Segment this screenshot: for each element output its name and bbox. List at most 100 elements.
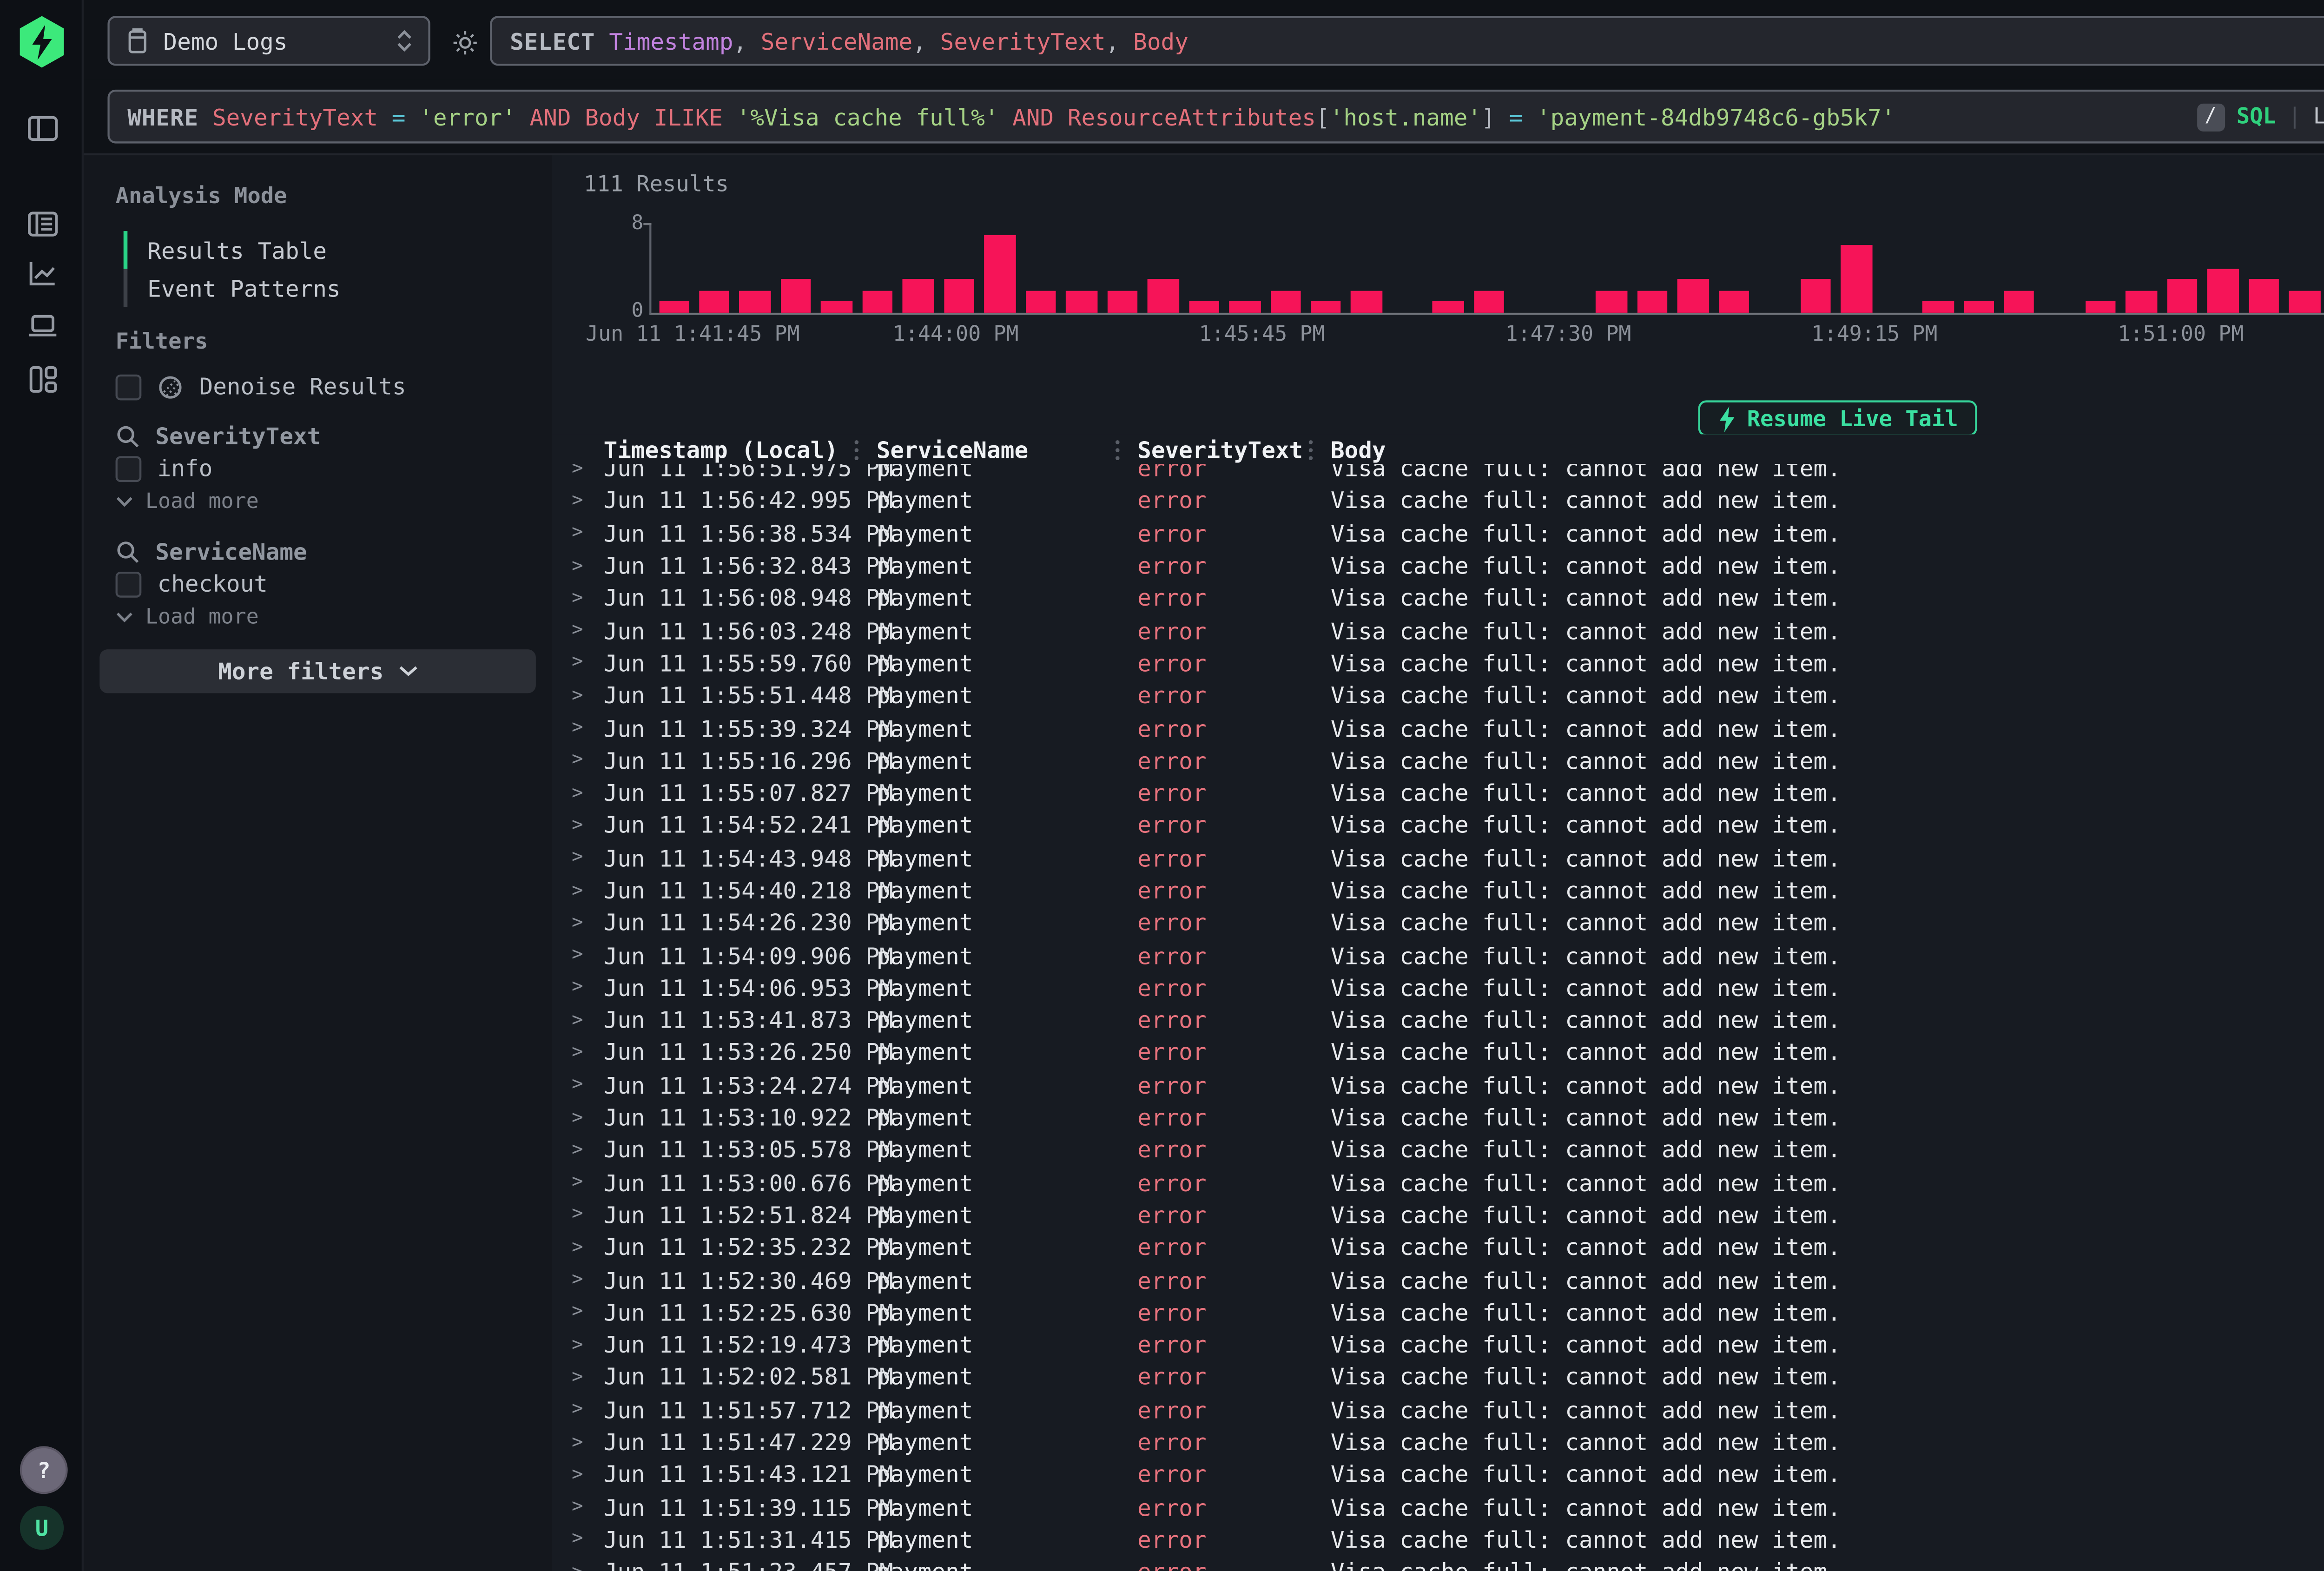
row-expand-chevron-icon[interactable]: > <box>572 522 604 544</box>
histogram-bar[interactable] <box>2208 268 2238 312</box>
load-more-severitytext[interactable]: Load more <box>116 486 532 518</box>
row-expand-chevron-icon[interactable]: > <box>572 814 604 836</box>
table-row[interactable]: > Jun 11 1:51:23.457 PM payment error Vi… <box>552 1556 2324 1571</box>
row-expand-chevron-icon[interactable]: > <box>572 620 604 641</box>
histogram-bar[interactable] <box>944 279 974 313</box>
histogram-bar[interactable] <box>1800 279 1831 313</box>
filter-option-checkout[interactable]: checkout <box>116 568 532 600</box>
histogram-bar[interactable] <box>821 302 852 313</box>
table-row[interactable]: > Jun 11 1:52:25.630 PM payment error Vi… <box>552 1296 2324 1329</box>
table-row[interactable]: > Jun 11 1:51:43.121 PM payment error Vi… <box>552 1459 2324 1491</box>
filter-group-title[interactable]: ServiceName <box>155 538 307 566</box>
table-row[interactable]: > Jun 11 1:53:00.676 PM payment error Vi… <box>552 1166 2324 1199</box>
histogram-bar[interactable] <box>740 290 771 313</box>
where-query-input[interactable]: WHERE SeverityText = 'error' AND Body IL… <box>107 90 2324 144</box>
sql-toggle[interactable]: SQL <box>2237 104 2276 130</box>
histogram-bar[interactable] <box>1066 290 1097 313</box>
table-row[interactable]: > Jun 11 1:56:42.995 PM payment error Vi… <box>552 485 2324 517</box>
table-row[interactable]: > Jun 11 1:53:41.873 PM payment error Vi… <box>552 1004 2324 1036</box>
table-row[interactable]: > Jun 11 1:54:26.230 PM payment error Vi… <box>552 907 2324 939</box>
row-expand-chevron-icon[interactable]: > <box>572 879 604 901</box>
table-row[interactable]: > Jun 11 1:54:52.241 PM payment error Vi… <box>552 809 2324 842</box>
load-more-servicename[interactable]: Load more <box>116 601 532 634</box>
histogram-bar[interactable] <box>1107 290 1137 313</box>
column-header-severitytext[interactable]: SeverityText <box>1137 435 1331 463</box>
row-expand-chevron-icon[interactable]: > <box>572 977 604 999</box>
row-expand-chevron-icon[interactable]: > <box>572 944 604 966</box>
filter-group-title[interactable]: SeverityText <box>155 422 321 450</box>
row-expand-chevron-icon[interactable]: > <box>572 652 604 674</box>
histogram-bar[interactable] <box>1270 290 1301 313</box>
table-row[interactable]: > Jun 11 1:51:57.712 PM payment error Vi… <box>552 1393 2324 1426</box>
table-row[interactable]: > Jun 11 1:53:26.250 PM payment error Vi… <box>552 1036 2324 1069</box>
row-expand-chevron-icon[interactable]: > <box>572 1561 604 1571</box>
row-expand-chevron-icon[interactable]: > <box>572 1269 604 1291</box>
table-row[interactable]: > Jun 11 1:54:09.906 PM payment error Vi… <box>552 939 2324 972</box>
row-expand-chevron-icon[interactable]: > <box>572 782 604 804</box>
column-header-timestamp[interactable]: Timestamp (Local) <box>604 435 877 463</box>
denoise-results-option[interactable]: Denoise Results <box>116 370 532 403</box>
histogram-bar[interactable] <box>658 302 689 313</box>
row-expand-chevron-icon[interactable]: > <box>572 1236 604 1258</box>
filter-option-info[interactable]: info <box>116 452 532 484</box>
histogram-bar[interactable] <box>2289 290 2320 313</box>
table-row[interactable]: > Jun 11 1:52:30.469 PM payment error Vi… <box>552 1264 2324 1296</box>
histogram-bar[interactable] <box>1433 302 1464 313</box>
histogram-bar[interactable] <box>1637 290 1668 313</box>
row-expand-chevron-icon[interactable]: > <box>572 847 604 869</box>
table-row[interactable]: > Jun 11 1:53:24.274 PM payment error Vi… <box>552 1069 2324 1102</box>
toggle-sidebar-icon[interactable] <box>24 110 59 145</box>
histogram-bar[interactable] <box>1311 302 1341 313</box>
histogram-bar[interactable] <box>1596 290 1627 313</box>
column-drag-handle[interactable] <box>855 439 859 459</box>
row-expand-chevron-icon[interactable]: > <box>572 1139 604 1161</box>
table-row[interactable]: > Jun 11 1:51:47.229 PM payment error Vi… <box>552 1426 2324 1459</box>
histogram-bar[interactable] <box>1678 279 1709 313</box>
table-row[interactable]: > Jun 11 1:56:03.248 PM payment error Vi… <box>552 614 2324 647</box>
resume-live-tail-button[interactable]: Resume Live Tail <box>1697 400 1978 436</box>
histogram-bar[interactable] <box>1963 302 1994 313</box>
row-expand-chevron-icon[interactable]: > <box>572 717 604 739</box>
table-row[interactable]: > Jun 11 1:53:05.578 PM payment error Vi… <box>552 1134 2324 1167</box>
table-row[interactable]: > Jun 11 1:55:59.760 PM payment error Vi… <box>552 647 2324 680</box>
table-row[interactable]: > Jun 11 1:55:51.448 PM payment error Vi… <box>552 680 2324 712</box>
table-row[interactable]: > Jun 11 1:52:19.473 PM payment error Vi… <box>552 1329 2324 1361</box>
table-row[interactable]: > Jun 11 1:54:06.953 PM payment error Vi… <box>552 971 2324 1004</box>
histogram-bar[interactable] <box>2086 302 2116 313</box>
row-expand-chevron-icon[interactable]: > <box>572 1399 604 1421</box>
table-row[interactable]: > Jun 11 1:51:39.115 PM payment error Vi… <box>552 1491 2324 1524</box>
sidebar-item-results-table[interactable]: Results Table <box>124 231 532 269</box>
table-row[interactable]: > Jun 11 1:56:38.534 PM payment error Vi… <box>552 517 2324 550</box>
table-row[interactable]: > Jun 11 1:55:39.324 PM payment error Vi… <box>552 712 2324 745</box>
table-row[interactable]: > Jun 11 1:53:10.922 PM payment error Vi… <box>552 1102 2324 1134</box>
table-row[interactable]: > Jun 11 1:52:35.232 PM payment error Vi… <box>552 1231 2324 1264</box>
histogram-bar[interactable] <box>1474 290 1505 313</box>
column-header-body[interactable]: Body <box>1331 435 2324 463</box>
histogram-bar[interactable] <box>903 279 934 313</box>
row-expand-chevron-icon[interactable]: > <box>572 1301 604 1323</box>
row-expand-chevron-icon[interactable]: > <box>572 750 604 772</box>
table-row[interactable]: > Jun 11 1:55:07.827 PM payment error Vi… <box>552 777 2324 809</box>
dashboards-icon[interactable] <box>24 361 59 396</box>
row-expand-chevron-icon[interactable]: > <box>572 912 604 934</box>
row-expand-chevron-icon[interactable]: > <box>572 555 604 577</box>
histogram-bar[interactable] <box>2126 290 2157 313</box>
table-row[interactable]: > Jun 11 1:56:32.843 PM payment error Vi… <box>552 549 2324 582</box>
more-filters-button[interactable]: More filters <box>99 649 536 693</box>
row-expand-chevron-icon[interactable]: > <box>572 1010 604 1031</box>
user-avatar[interactable]: U <box>20 1506 64 1550</box>
histogram-bar[interactable] <box>2167 279 2198 313</box>
histogram-bar[interactable] <box>2249 279 2279 313</box>
table-row[interactable]: > Jun 11 1:55:16.296 PM payment error Vi… <box>552 744 2324 777</box>
sidebar-item-event-patterns[interactable]: Event Patterns <box>124 269 532 307</box>
column-drag-handle[interactable] <box>1116 439 1120 459</box>
sessions-icon[interactable] <box>24 307 59 343</box>
info-checkbox[interactable] <box>116 455 142 481</box>
row-expand-chevron-icon[interactable]: > <box>572 1172 604 1194</box>
row-expand-chevron-icon[interactable]: > <box>572 490 604 512</box>
select-query-input[interactable]: SELECT Timestamp, ServiceName, SeverityT… <box>490 16 2324 66</box>
help-button[interactable]: ? <box>20 1446 68 1494</box>
lucene-toggle[interactable]: Lucene <box>2313 104 2324 130</box>
row-expand-chevron-icon[interactable]: > <box>572 1074 604 1096</box>
column-header-servicename[interactable]: ServiceName <box>877 435 1137 463</box>
